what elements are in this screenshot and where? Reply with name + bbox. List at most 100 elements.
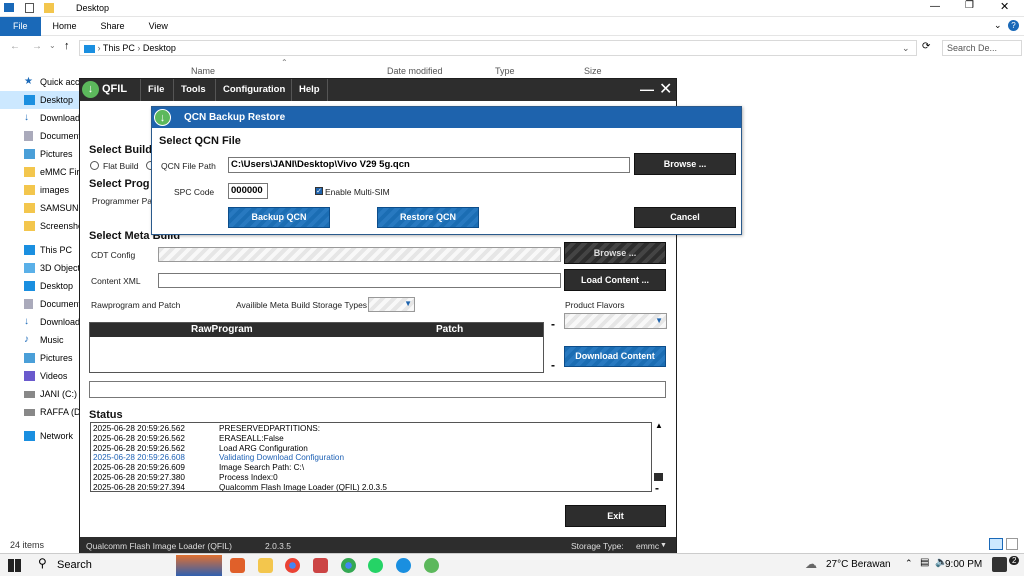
tray-chevron-icon[interactable]: ⌃ (905, 558, 913, 569)
nav-pictures[interactable]: Pictures (0, 145, 80, 163)
app-icon[interactable] (313, 558, 328, 573)
notification-icon[interactable] (992, 557, 1007, 572)
taskbar: ⚲ Search ☁ 27°C Berawan ⌃ ▤ 🔈 9:00 PM 2 (0, 553, 1024, 576)
folder-icon (24, 185, 35, 195)
large-icons-view-icon[interactable] (1006, 538, 1018, 550)
breadcrumb-desktop[interactable]: Desktop (143, 43, 176, 53)
help-icon[interactable]: ? (1008, 20, 1019, 31)
load-content-button[interactable]: Load Content ... (564, 269, 666, 291)
download-content-button[interactable]: Download Content (564, 346, 666, 367)
storage-types-select[interactable]: ▼ (368, 297, 415, 312)
back-icon[interactable]: ← (10, 41, 20, 52)
nav-quick-access[interactable]: ★Quick access (0, 73, 80, 91)
refresh-icon[interactable]: ⟳ (922, 41, 930, 52)
nav-samsung[interactable]: SAMSUNG (0, 199, 80, 217)
breadcrumb-this-pc[interactable]: This PC (103, 43, 135, 53)
network-icon[interactable]: ▤ (920, 557, 929, 568)
windows-icon[interactable] (8, 559, 21, 572)
flat-build-radio[interactable] (90, 161, 99, 170)
nav-drive-c[interactable]: JANI (C:) (0, 385, 80, 403)
remove-icon[interactable]: - (551, 317, 555, 331)
weather-text[interactable]: 27°C Berawan (826, 559, 891, 570)
content-xml-field[interactable] (158, 273, 561, 288)
network-icon (24, 431, 35, 441)
cdt-config-field (158, 247, 561, 262)
chevron-down-icon[interactable]: ⌄ (994, 20, 1002, 31)
backup-qcn-button[interactable]: Backup QCN (228, 207, 330, 228)
nav-3d-objects[interactable]: 3D Objects (0, 259, 80, 277)
tab-home[interactable]: Home (41, 17, 89, 36)
nav-documents[interactable]: Documents (0, 127, 80, 145)
nav-videos[interactable]: Videos (0, 367, 80, 385)
column-type[interactable]: Type (495, 64, 515, 78)
tab-file[interactable]: File (0, 17, 41, 36)
drive-icon (24, 409, 35, 416)
nav-desktop-pc[interactable]: Desktop (0, 277, 80, 295)
address-box[interactable]: › This PC › Desktop ⌄ (79, 40, 917, 56)
nav-music[interactable]: ♪ Music (0, 331, 80, 349)
nav-screenshots[interactable]: Screensho (0, 217, 80, 235)
clock[interactable]: 9:00 PM (945, 559, 982, 570)
edge-icon[interactable] (396, 558, 411, 573)
remove-icon[interactable]: - (655, 481, 659, 495)
minimize-button[interactable]: — (930, 1, 940, 12)
nav-downloads-pc[interactable]: ↓Downloads (0, 313, 80, 331)
details-view-icon[interactable] (989, 538, 1003, 550)
qcn-browse-button[interactable]: Browse ... (634, 153, 736, 175)
nav-this-pc[interactable]: This PC (0, 241, 80, 259)
qcn-path-input[interactable]: C:\Users\JANI\Desktop\Vivo V29 5g.qcn (228, 157, 630, 173)
folder-icon[interactable] (258, 558, 273, 573)
select-programmer-heading: Select Prog (89, 178, 150, 190)
close-button[interactable]: ✕ (659, 79, 672, 99)
col-rawprogram: RawProgram (191, 324, 253, 335)
column-name[interactable]: Name (191, 64, 215, 78)
column-date[interactable]: Date modified (387, 64, 443, 78)
tab-share[interactable]: Share (89, 17, 137, 36)
taskbar-search[interactable]: Search (57, 559, 92, 571)
news-thumbnail[interactable] (176, 555, 222, 576)
search-input[interactable]: Search De... (942, 40, 1022, 56)
nav-documents-pc[interactable]: Documents (0, 295, 80, 313)
chevron-down-icon[interactable]: ⌄ (902, 41, 910, 55)
nav-desktop[interactable]: Desktop (0, 91, 80, 109)
scroll-up-icon[interactable]: ▲ (655, 421, 663, 430)
chrome-icon[interactable] (285, 558, 300, 573)
menu-tools[interactable]: Tools (173, 79, 213, 101)
picture-icon (24, 353, 35, 363)
spc-code-input[interactable]: 000000 (228, 183, 268, 199)
minimize-button[interactable]: — (640, 81, 654, 97)
menu-file[interactable]: File (140, 79, 171, 101)
scrollbar-thumb[interactable] (654, 473, 663, 481)
menu-help[interactable]: Help (291, 79, 328, 101)
cdt-browse-button[interactable]: Browse ... (564, 242, 666, 264)
app-icon[interactable] (230, 558, 245, 573)
column-size[interactable]: Size (584, 64, 602, 78)
tab-view[interactable]: View (137, 17, 180, 36)
chevron-down-icon[interactable]: ⌄ (49, 41, 56, 50)
nav-images[interactable]: images (0, 181, 80, 199)
checkbox-icon[interactable] (25, 3, 34, 13)
nav-downloads[interactable]: ↓Downloads (0, 109, 80, 127)
nav-drive-d[interactable]: RAFFA (D:) (0, 403, 80, 421)
status-log[interactable]: 2025-06-28 20:59:26.562 PRESERVEDPARTITIO… (90, 422, 652, 492)
chrome-icon[interactable] (341, 558, 356, 573)
whatsapp-icon[interactable] (368, 558, 383, 573)
product-flavors-select[interactable]: ▼ (564, 313, 667, 329)
maximize-button[interactable]: ❐ (965, 0, 974, 11)
nav-network[interactable]: Network (0, 427, 80, 445)
close-button[interactable]: ✕ (1000, 0, 1009, 13)
qfil-taskbar-icon[interactable] (424, 558, 439, 573)
qfil-menubar: ↓ QFIL File Tools Configuration Help — ✕ (80, 79, 676, 101)
multisim-checkbox[interactable]: ✓ (315, 187, 323, 195)
remove-icon[interactable]: - (551, 358, 555, 372)
nav-emmc[interactable]: eMMC Fir (0, 163, 80, 181)
picture-icon (24, 149, 35, 159)
exit-button[interactable]: Exit (565, 505, 666, 527)
nav-pictures-pc[interactable]: Pictures (0, 349, 80, 367)
restore-qcn-button[interactable]: Restore QCN (377, 207, 479, 228)
search-icon[interactable]: ⚲ (38, 556, 47, 570)
menu-configuration[interactable]: Configuration (215, 79, 292, 101)
forward-icon[interactable]: → (32, 41, 42, 52)
up-icon[interactable]: ↑ (64, 40, 70, 52)
cancel-button[interactable]: Cancel (634, 207, 736, 228)
